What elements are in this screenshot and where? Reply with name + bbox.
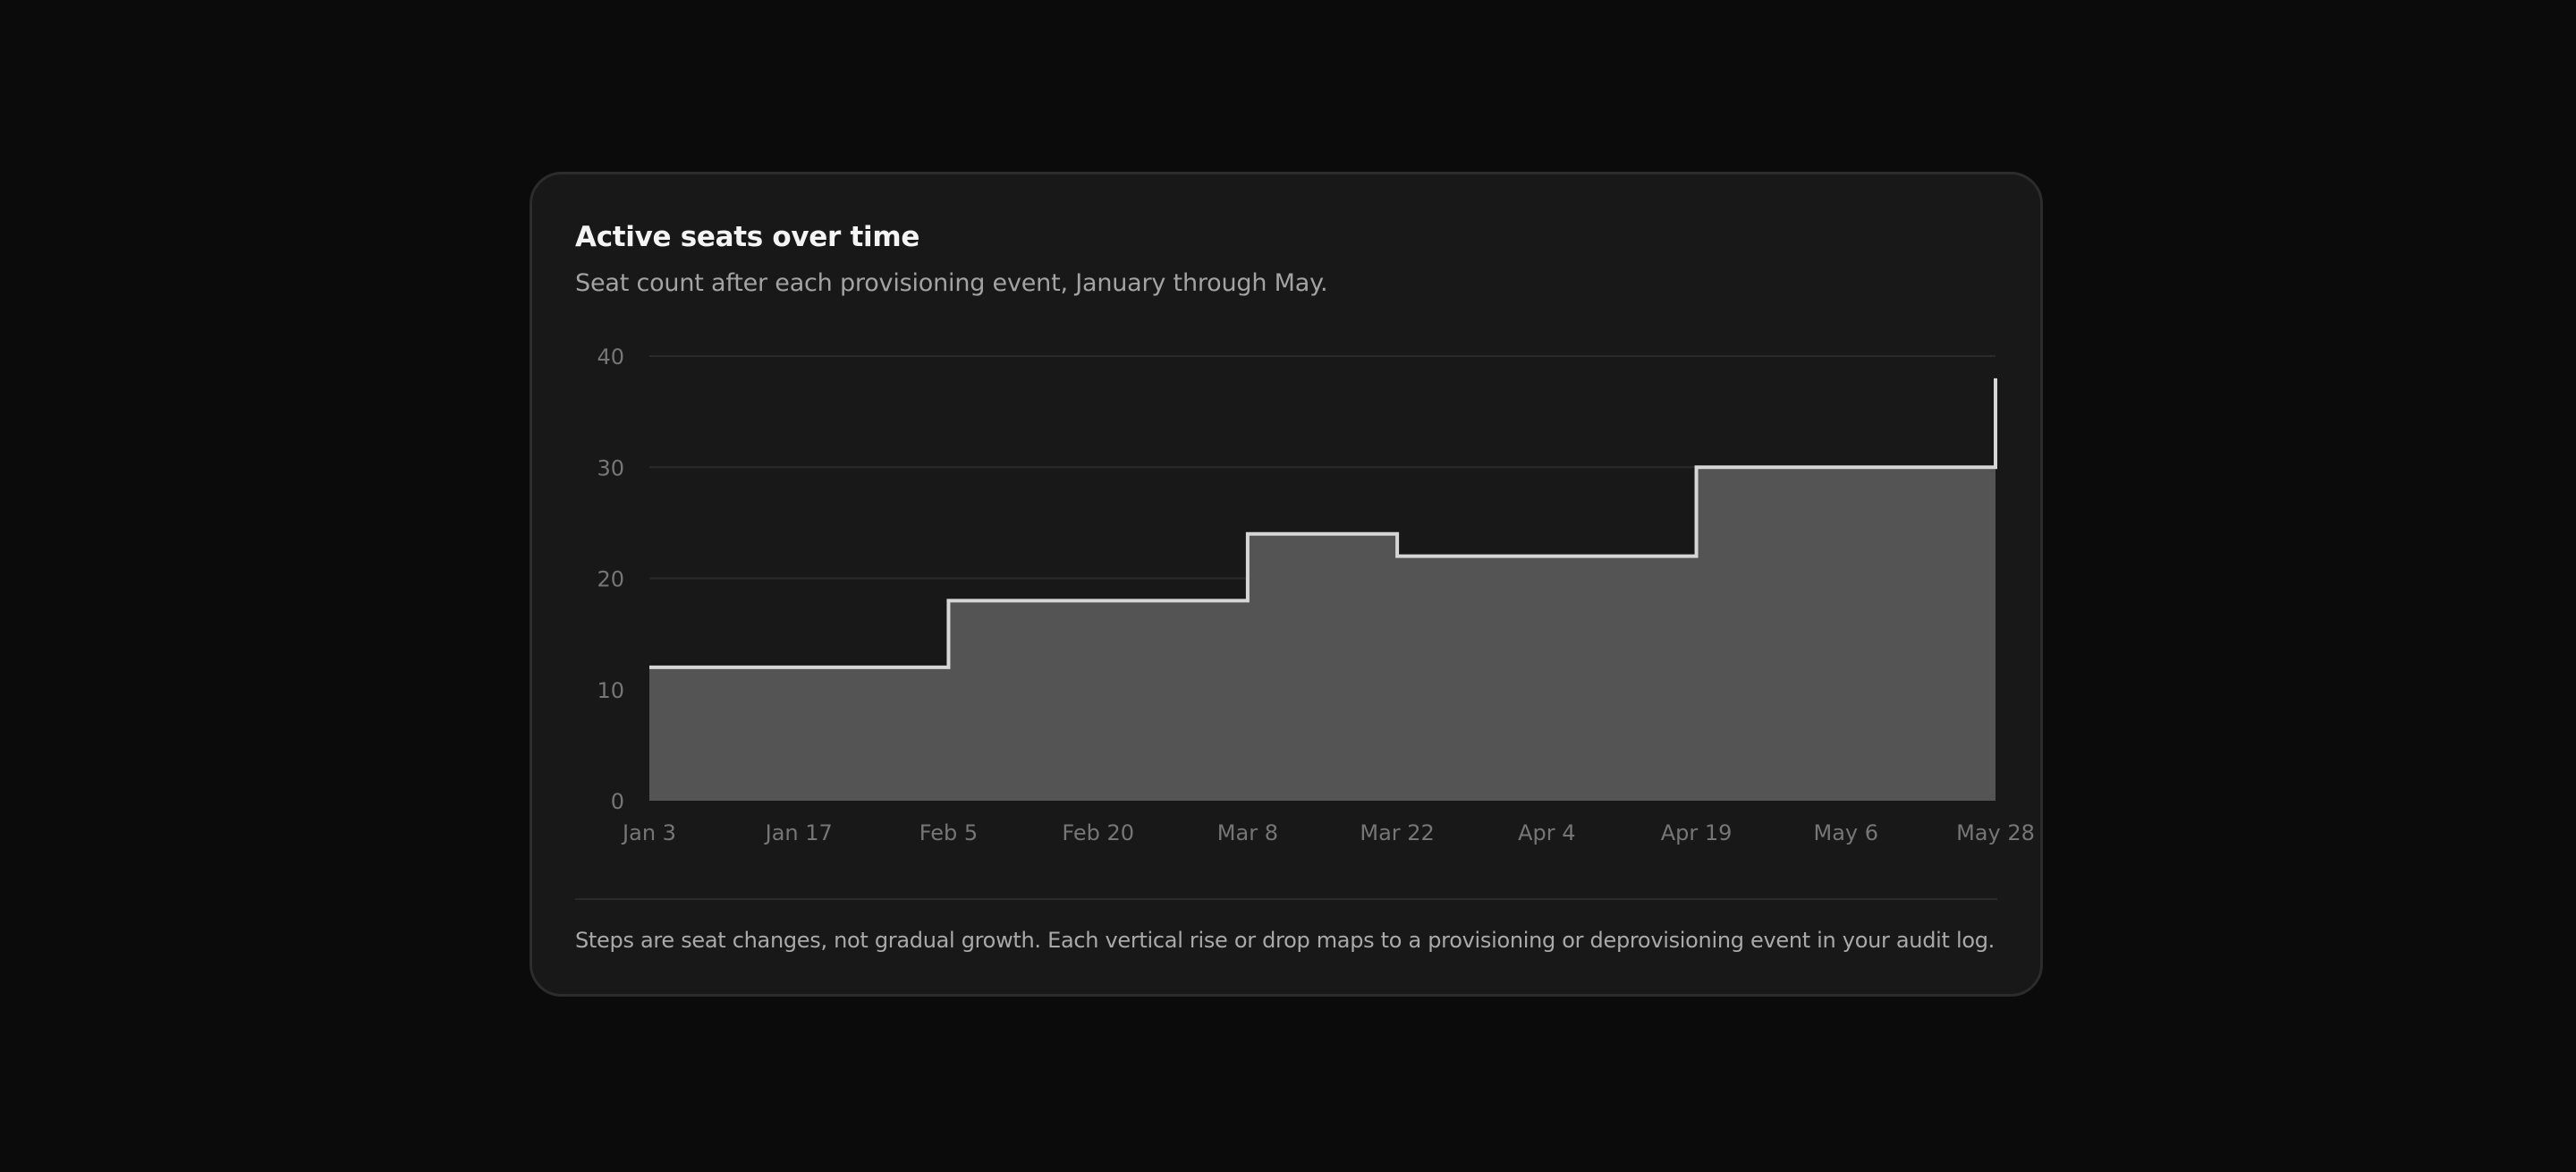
x-tick-label: May 28: [1956, 820, 2035, 845]
x-tick-label: Apr 4: [1518, 820, 1575, 845]
x-tick-label: Feb 20: [1062, 820, 1134, 845]
y-tick-label: 40: [597, 344, 624, 369]
area-fill: [649, 467, 1996, 801]
y-tick-label: 20: [597, 567, 624, 592]
x-tick-label: Jan 17: [764, 820, 833, 845]
x-tick-label: Mar 8: [1217, 820, 1278, 845]
seats-step-chart: 0 10 20 30 40 Jan 3 Jan 17 Feb 5 Feb 20 Mar 8 Mar…: [597, 344, 2035, 845]
footer-divider: [575, 898, 1997, 900]
x-axis-ticks: Jan 3 Jan 17 Feb 5 Feb 20 Mar 8 Mar 22 Apr 4 Ap…: [621, 820, 2035, 845]
x-tick-label: Jan 3: [621, 820, 676, 845]
y-tick-label: 10: [597, 678, 624, 703]
y-tick-label: 30: [597, 455, 624, 480]
y-tick-label: 0: [611, 789, 624, 814]
x-tick-label: Apr 19: [1661, 820, 1733, 845]
area-shape: [649, 467, 1996, 801]
chart-footnote: Steps are seat changes, not gradual grow…: [575, 928, 1995, 953]
y-axis-ticks: 0 10 20 30 40: [597, 344, 624, 814]
x-tick-label: Feb 5: [919, 820, 978, 845]
x-tick-label: Mar 22: [1360, 820, 1434, 845]
chart-card: Active seats over time Seat count after …: [530, 172, 2043, 997]
x-tick-label: May 6: [1814, 820, 1879, 845]
